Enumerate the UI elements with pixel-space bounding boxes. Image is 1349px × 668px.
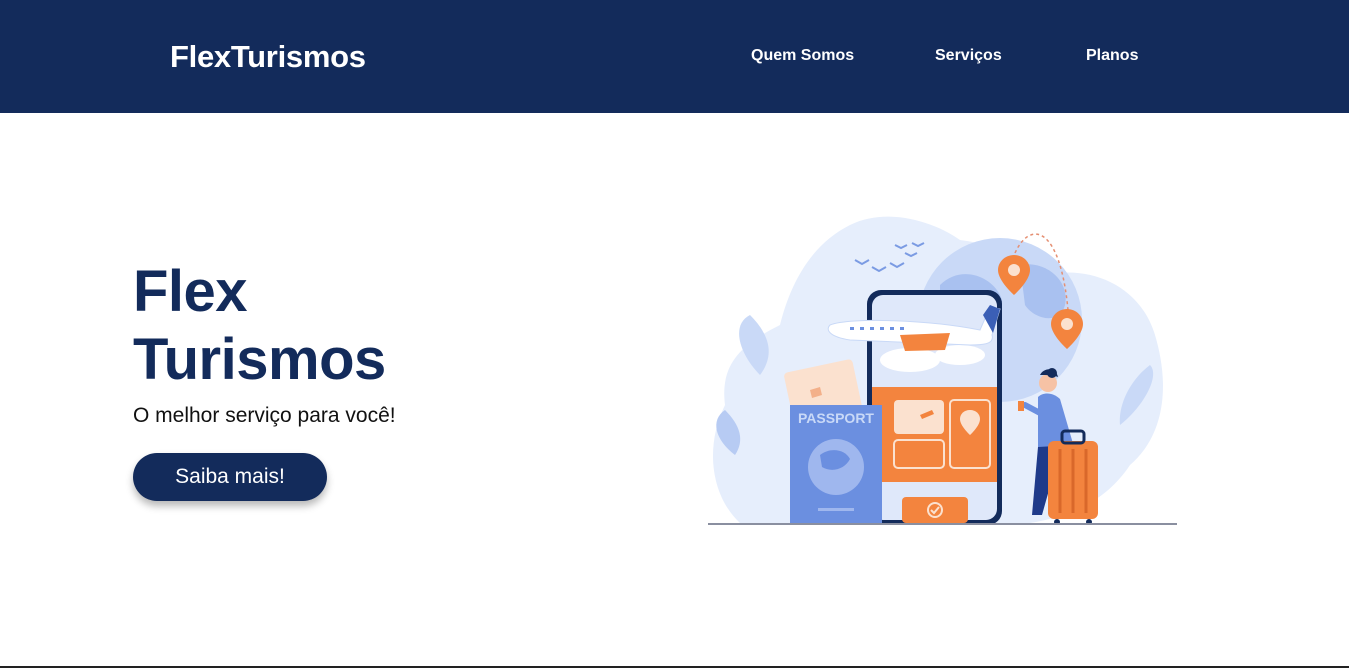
nav-link-quem-somos[interactable]: Quem Somos — [751, 46, 854, 66]
travel-illustration: PASSPORT — [708, 216, 1177, 525]
hero-title-line1: Flex — [133, 259, 248, 324]
hero-title: Flex Turismos — [133, 258, 553, 394]
brand-logo[interactable]: FlexTurismos — [170, 38, 366, 76]
svg-text:PASSPORT: PASSPORT — [798, 410, 874, 426]
hero-subtitle: O melhor serviço para você! — [133, 404, 396, 427]
saiba-mais-button[interactable]: Saiba mais! — [133, 453, 327, 501]
passport-icon: PASSPORT — [790, 405, 882, 525]
hero-title-line2: Turismos — [133, 327, 386, 392]
nav-link-planos[interactable]: Planos — [1086, 46, 1138, 66]
suitcase-icon — [1048, 429, 1098, 525]
nav-link-servicos[interactable]: Serviços — [935, 46, 1002, 66]
navbar: FlexTurismos Quem Somos Serviços Planos — [0, 0, 1349, 113]
